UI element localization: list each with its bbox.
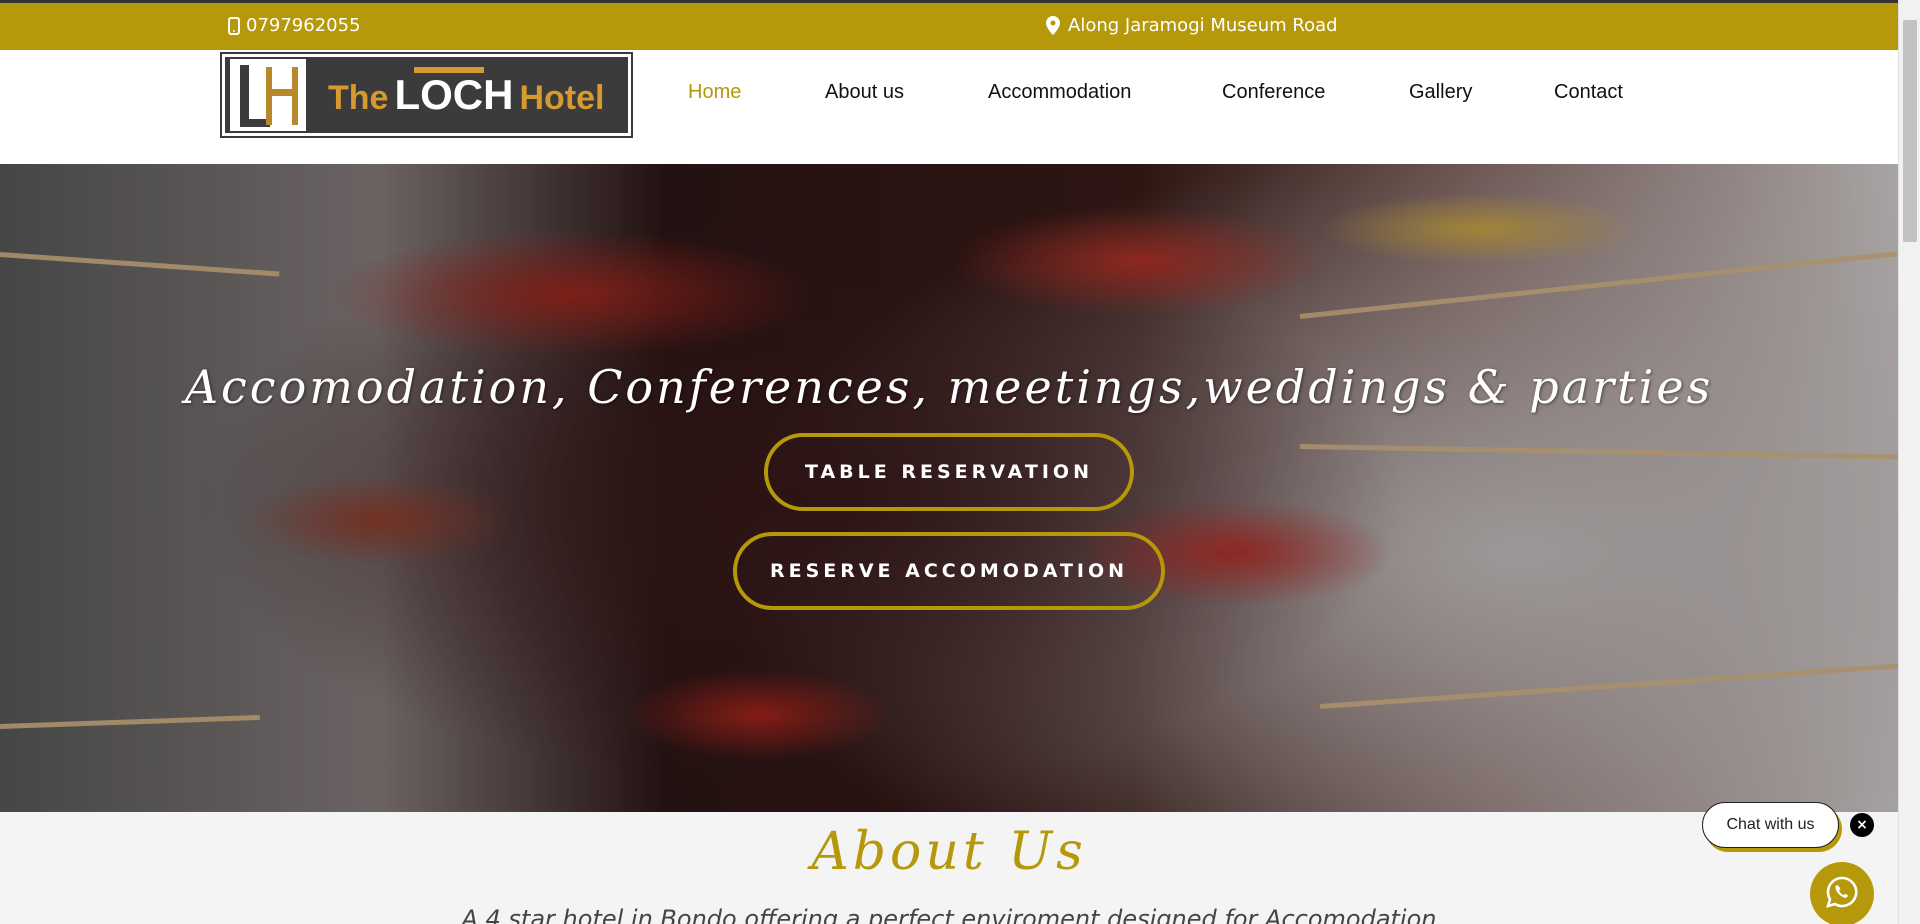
logo-panel: The LOCH Hotel [225,57,628,133]
scrollbar-thumb[interactable] [1903,20,1917,242]
top-info-bar: 0797962055 Along Jaramogi Museum Road [0,0,1898,50]
about-title: About Us [811,822,1087,882]
hero-banner: Accomodation, Conferences, meetings,wedd… [0,164,1898,812]
about-subtitle: A 4 star hotel in Bondo offering a perfe… [461,905,1437,924]
nav-about-us[interactable]: About us [825,81,904,104]
map-pin-icon [1046,16,1060,35]
table-reservation-button[interactable]: TABLE RESERVATION [764,433,1134,511]
whatsapp-icon [1824,874,1860,914]
logo-the: The [328,79,389,117]
hotel-logo[interactable]: The LOCH Hotel [220,52,633,138]
logo-monogram-icon [228,57,308,133]
page-scrollbar[interactable] [1898,0,1920,924]
nav-contact[interactable]: Contact [1554,81,1623,104]
reserve-accomodation-button[interactable]: RESERVE ACCOMODATION [733,532,1165,610]
phone-number[interactable]: 0797962055 [246,15,361,36]
nav-home[interactable]: Home [688,81,741,104]
nav-gallery[interactable]: Gallery [1409,81,1472,104]
nav-accommodation[interactable]: Accommodation [988,81,1131,104]
chat-close-icon[interactable]: × [1850,813,1874,837]
site-header: The LOCH Hotel Home About us Accommodati… [0,50,1898,164]
logo-hotel: Hotel [519,79,605,117]
chat-with-us-button[interactable]: Chat with us [1702,802,1839,848]
nav-conference[interactable]: Conference [1222,81,1325,104]
about-section: About Us A 4 star hotel in Bondo offerin… [0,812,1898,924]
address-text: Along Jaramogi Museum Road [1068,15,1338,36]
whatsapp-button[interactable] [1810,862,1874,924]
phone-contact[interactable]: 0797962055 [228,15,361,36]
address-contact: Along Jaramogi Museum Road [1046,15,1338,36]
mobile-phone-icon [228,16,240,35]
logo-loch: LOCH [394,67,514,118]
logo-wordmark: The LOCH Hotel [328,67,605,119]
hero-title: Accomodation, Conferences, meetings,wedd… [184,360,1714,414]
